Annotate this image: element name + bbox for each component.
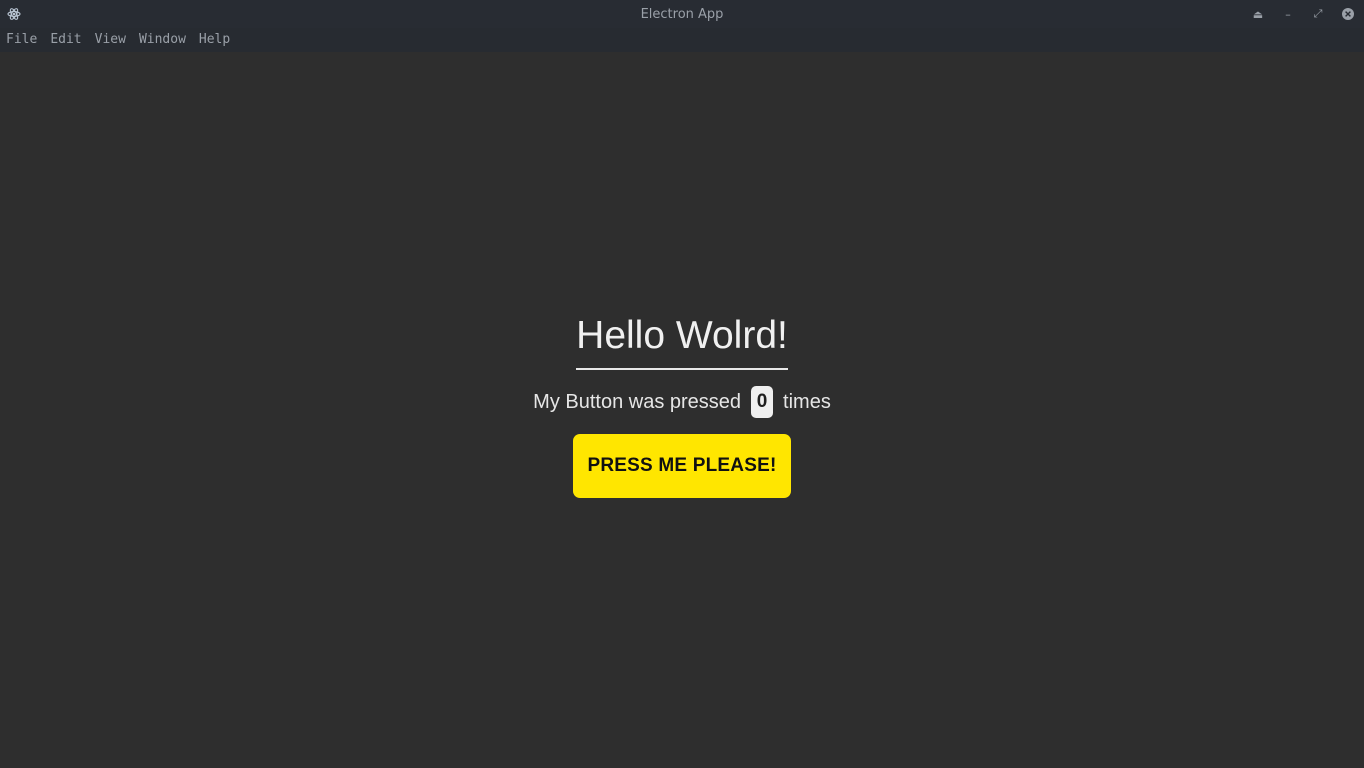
title-bar: Electron App ⏏ – ⤢ — [0, 0, 1364, 28]
menu-view[interactable]: View — [95, 28, 126, 52]
maximize-icon[interactable]: ⤢ — [1310, 6, 1326, 22]
press-suffix-text: times — [783, 390, 831, 413]
minimize-icon[interactable]: – — [1280, 6, 1296, 22]
window-controls: ⏏ – ⤢ — [1250, 0, 1356, 28]
main-panel: Hello Wolrd! My Button was pressed 0 tim… — [0, 314, 1364, 498]
menu-edit[interactable]: Edit — [50, 28, 81, 52]
press-me-button[interactable]: PRESS ME PLEASE! — [573, 434, 791, 498]
app-content: Hello Wolrd! My Button was pressed 0 tim… — [0, 52, 1364, 768]
press-counter-line: My Button was pressed 0 times — [533, 386, 831, 418]
page-title: Hello Wolrd! — [576, 314, 788, 370]
press-prefix-text: My Button was pressed — [533, 390, 742, 413]
close-icon[interactable] — [1340, 6, 1356, 22]
menu-file[interactable]: File — [6, 28, 37, 52]
menu-bar: File Edit View Window Help — [0, 28, 1364, 52]
menu-window[interactable]: Window — [139, 28, 186, 52]
window-title: Electron App — [640, 6, 724, 22]
menu-help[interactable]: Help — [199, 28, 230, 52]
eject-icon[interactable]: ⏏ — [1250, 6, 1266, 22]
electron-icon — [6, 6, 22, 22]
press-count-badge: 0 — [751, 386, 774, 418]
